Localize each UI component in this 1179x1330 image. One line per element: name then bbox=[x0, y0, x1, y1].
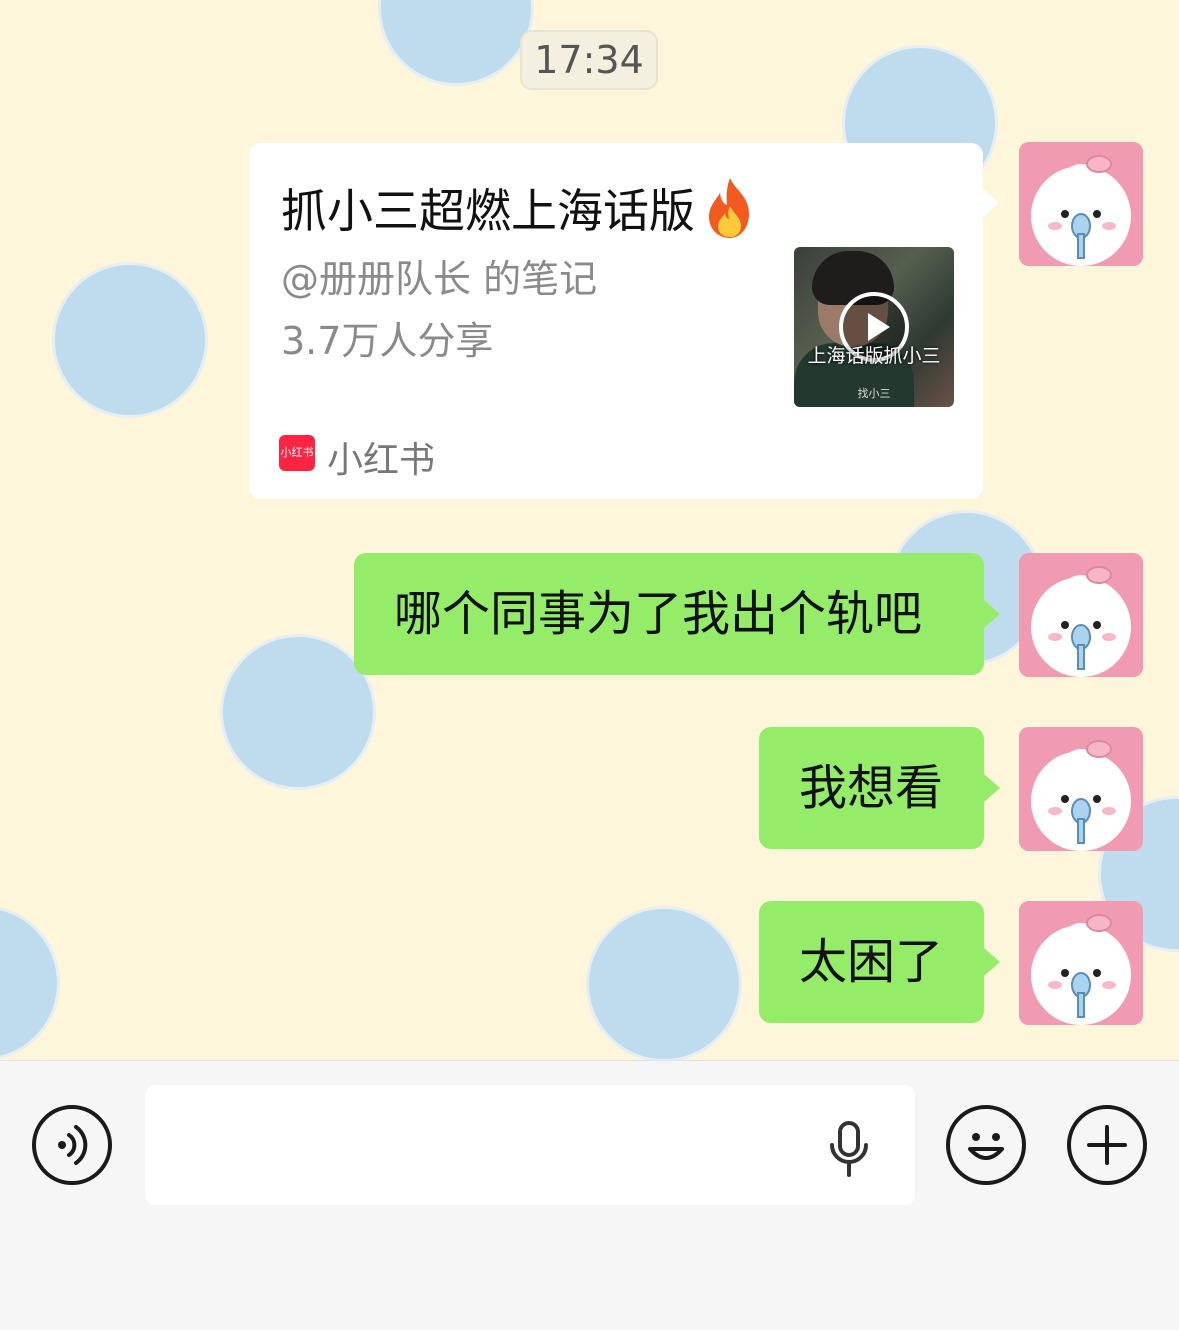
user-avatar[interactable] bbox=[1019, 727, 1143, 851]
thumbnail-caption: 上海话版抓小三 bbox=[807, 345, 941, 367]
video-thumbnail[interactable]: 上海话版抓小三 找小三 bbox=[794, 247, 954, 407]
avatar-illustration bbox=[1019, 901, 1143, 1025]
sent-message-bubble[interactable]: 我想看 bbox=[759, 727, 1000, 849]
card-share-count: 3.7万人分享 bbox=[281, 319, 494, 363]
voice-button[interactable] bbox=[32, 1105, 112, 1185]
card-title-text: 抓小三超燃上海话版 bbox=[281, 184, 695, 238]
more-button[interactable] bbox=[1067, 1105, 1147, 1185]
voice-icon bbox=[58, 1125, 88, 1165]
emoji-button[interactable] bbox=[946, 1105, 1026, 1185]
message-timestamp: 17:34 bbox=[520, 30, 658, 90]
user-avatar[interactable] bbox=[1019, 553, 1143, 677]
background-dot bbox=[586, 906, 742, 1060]
avatar-illustration bbox=[1019, 553, 1143, 677]
thumbnail-subcaption: 找小三 bbox=[857, 387, 891, 400]
background-dot bbox=[0, 905, 60, 1060]
background-dot bbox=[52, 262, 208, 418]
card-author: @册册队长 的笔记 bbox=[281, 257, 598, 301]
sent-message-bubble[interactable]: 哪个同事为了我出个轨吧 bbox=[354, 553, 1000, 675]
xiaohongshu-logo-icon: 小红书 bbox=[279, 435, 315, 471]
message-input[interactable] bbox=[145, 1085, 915, 1205]
sent-message-bubble[interactable]: 太困了 bbox=[759, 901, 1000, 1023]
microphone-icon[interactable] bbox=[827, 1121, 871, 1177]
avatar-illustration bbox=[1019, 727, 1143, 851]
fire-icon bbox=[709, 178, 749, 238]
card-title: 抓小三超燃上海话版 bbox=[281, 175, 759, 241]
smiley-icon bbox=[968, 1133, 1004, 1160]
chat-area: 17:34 抓小三超燃上海话版 @册册队长 的笔记 3.7万人分享 上海话版抓小… bbox=[0, 0, 1179, 1060]
input-bar bbox=[0, 1060, 1179, 1330]
user-avatar[interactable] bbox=[1019, 901, 1143, 1025]
user-avatar[interactable] bbox=[1019, 142, 1143, 266]
background-dot bbox=[378, 0, 534, 86]
plus-icon bbox=[1087, 1125, 1127, 1165]
card-source-name: 小红书 bbox=[327, 440, 436, 481]
background-dot bbox=[220, 634, 376, 790]
shared-note-card[interactable]: 抓小三超燃上海话版 @册册队长 的笔记 3.7万人分享 上海话版抓小三 找小三 … bbox=[249, 143, 999, 499]
avatar-illustration bbox=[1019, 142, 1143, 266]
